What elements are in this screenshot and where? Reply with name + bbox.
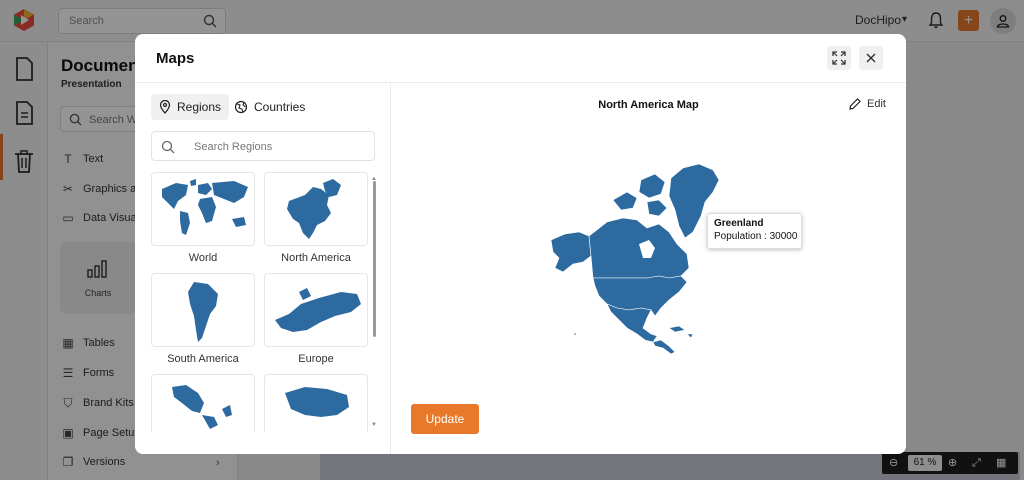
maps-modal: Maps Regions Countries Search Regions Wo…	[135, 34, 906, 454]
tab-label: Countries	[254, 100, 306, 114]
europe-map-thumbnail	[275, 288, 361, 332]
arctic-islands-region	[638, 173, 666, 199]
pin-icon	[159, 100, 171, 114]
close-icon	[866, 53, 876, 63]
globe-icon	[234, 100, 248, 114]
map-card-region[interactable]	[264, 374, 368, 432]
map-thumbnail	[264, 273, 368, 347]
map-grid: World North America South America Europe	[151, 172, 381, 432]
update-button[interactable]: Update	[411, 404, 479, 434]
tooltip-region-name: Greenland	[714, 218, 764, 229]
map-preview-title: North America Map	[598, 99, 699, 111]
central-america-region	[652, 339, 676, 355]
canada-region	[588, 217, 690, 279]
map-thumbnail	[151, 273, 255, 347]
map-card-label: Europe	[298, 353, 334, 365]
map-card-south-america[interactable]: South America	[151, 273, 255, 365]
edit-button[interactable]: Edit	[849, 98, 886, 110]
map-card-label: North America	[281, 252, 351, 264]
asia-map-thumbnail	[172, 385, 232, 429]
map-card-label: World	[188, 252, 218, 264]
tab-countries[interactable]: Countries	[226, 94, 313, 120]
caribbean-region	[686, 333, 694, 339]
arctic-islands-region	[612, 191, 638, 211]
map-preview-pane: North America Map Edit Greenland Populat…	[391, 83, 906, 454]
map-card-asia[interactable]	[151, 374, 255, 432]
tab-regions[interactable]: Regions	[151, 94, 230, 120]
map-thumbnail	[151, 172, 255, 246]
map-picker-pane: Regions Countries Search Regions World N…	[135, 83, 391, 454]
world-map-thumbnail	[162, 179, 248, 235]
tooltip-region-value: Population : 30000	[714, 231, 798, 242]
south-america-map-thumbnail	[188, 282, 218, 342]
north-america-map[interactable]	[551, 158, 751, 358]
edit-label: Edit	[867, 98, 886, 110]
modal-title: Maps	[156, 50, 195, 67]
tab-label: Regions	[177, 100, 222, 114]
alaska-region	[551, 231, 592, 273]
scrollbar-thumb[interactable]	[373, 181, 376, 337]
map-thumbnail	[264, 172, 368, 246]
map-card-world[interactable]: World	[151, 172, 255, 264]
arctic-islands-region	[646, 199, 668, 217]
map-thumbnail	[264, 374, 368, 432]
expand-button[interactable]	[827, 46, 851, 70]
map-thumbnail	[151, 374, 255, 432]
expand-icon	[832, 51, 846, 65]
map-card-label: South America	[167, 353, 239, 365]
modal-header: Maps	[135, 34, 906, 83]
search-icon	[161, 140, 175, 154]
map-card-europe[interactable]: Europe	[264, 273, 368, 365]
region-search-input[interactable]: Search Regions	[151, 131, 375, 161]
north-america-map-thumbnail	[287, 179, 341, 239]
region-search-placeholder: Search Regions	[194, 141, 273, 153]
region-map-thumbnail	[285, 387, 349, 417]
map-card-north-america[interactable]: North America	[264, 172, 368, 264]
caribbean-region	[668, 325, 686, 333]
pencil-icon	[849, 98, 861, 110]
close-button[interactable]	[859, 46, 883, 70]
map-tooltip: Greenland Population : 30000	[707, 213, 802, 249]
mexico-region	[606, 303, 658, 343]
scroll-down-icon[interactable]: ▼	[371, 422, 377, 428]
